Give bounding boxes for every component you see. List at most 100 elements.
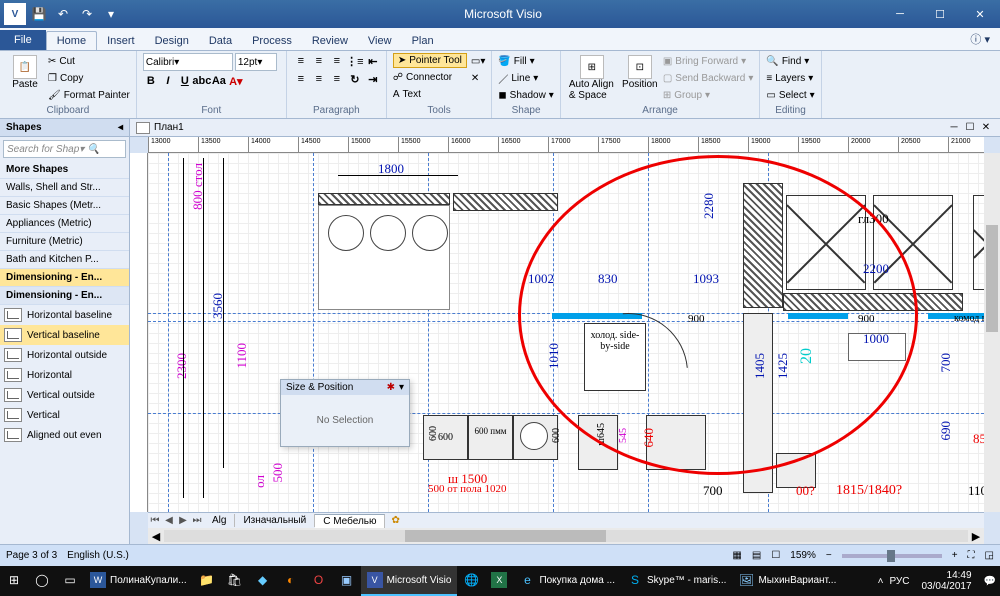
dim-sh645[interactable]: ш645 (596, 423, 607, 446)
floater-dropdown-icon[interactable]: ▾ (399, 382, 404, 393)
stencil-appliances[interactable]: Appliances (Metric) (0, 215, 129, 233)
task-app1[interactable]: ◆ (249, 566, 277, 596)
bullets-button[interactable]: ⋮≡ (347, 53, 363, 69)
pillar[interactable] (743, 313, 773, 493)
dim-00[interactable]: 00? (796, 483, 815, 499)
dim-2300[interactable]: 2300 (174, 353, 190, 379)
task-app2[interactable]: ◐ (277, 566, 305, 596)
fill-button[interactable]: 🪣 Fill ▾ (498, 53, 553, 69)
x-box[interactable] (786, 195, 866, 290)
view-icon-3[interactable]: ☐ (771, 550, 780, 561)
tab-insert[interactable]: Insert (97, 32, 145, 50)
vertical-scrollbar[interactable] (984, 153, 1000, 512)
stool[interactable] (370, 215, 406, 251)
dim-1815[interactable]: 1815/1840? (836, 483, 902, 499)
shape-vertical[interactable]: Vertical (0, 405, 129, 425)
underline-button[interactable]: U (177, 73, 193, 89)
format-painter-button[interactable]: 🖌 Format Painter (48, 87, 130, 103)
h-scroll-track[interactable] (164, 530, 968, 542)
tab-design[interactable]: Design (145, 32, 199, 50)
align-mid-button[interactable]: ≡ (311, 53, 327, 69)
page-tab-alg[interactable]: Alg (204, 514, 235, 527)
scroll-right-button[interactable]: ▶ (968, 530, 984, 543)
wall[interactable] (783, 293, 963, 311)
task-photoviewer[interactable]: 🖼МыхинВариант... (732, 566, 842, 596)
h-scroll-thumb[interactable] (405, 530, 606, 542)
find-button[interactable]: 🔍 Find ▾ (766, 53, 814, 69)
shape-horizontal[interactable]: Horizontal (0, 365, 129, 385)
guide[interactable] (168, 153, 169, 512)
wall[interactable] (453, 193, 558, 211)
page-tab-furniture[interactable]: С Мебелью (315, 514, 385, 528)
dim-500[interactable]: 500 (270, 463, 286, 483)
font-family-combo[interactable]: Calibri ▾ (143, 53, 233, 71)
close-button[interactable]: ✕ (960, 0, 1000, 28)
qat-dropdown-icon[interactable]: ▾ (100, 3, 122, 25)
size-position-window[interactable]: Size & Position ✱ ▾ No Selection (280, 379, 410, 447)
stencil-basic[interactable]: Basic Shapes (Metr... (0, 197, 129, 215)
stencil-bath[interactable]: Bath and Kitchen P... (0, 251, 129, 269)
dim-900b[interactable]: 900 (858, 313, 875, 325)
auto-align-button[interactable]: ⊞ Auto Align & Space (567, 53, 617, 103)
maximize-button[interactable]: ☐ (920, 0, 960, 28)
cut-button[interactable]: ✂ Cut (48, 53, 130, 69)
page-first-button[interactable]: ⏮ (148, 515, 162, 526)
align-center-button[interactable]: ≡ (311, 71, 327, 87)
paste-button[interactable]: 📋 Paste (6, 53, 44, 92)
dim-1002[interactable]: 1002 (528, 271, 554, 287)
fit-page-button[interactable]: ⛶ (968, 550, 975, 561)
shape-v-outside[interactable]: Vertical outside (0, 385, 129, 405)
dim-600b[interactable]: 600 (428, 426, 439, 441)
tab-view[interactable]: View (358, 32, 402, 50)
search-button[interactable]: ◯ (28, 566, 56, 596)
v-scroll-thumb[interactable] (986, 225, 998, 333)
zoom-out-button[interactable]: − (826, 550, 832, 561)
help-icon[interactable]: ⓘ ▾ (960, 28, 1000, 50)
doc-min-button[interactable]: ─ (946, 122, 962, 133)
dim-700b[interactable]: 700 (703, 483, 723, 499)
lang-indicator[interactable]: English (U.S.) (67, 550, 129, 561)
task-edge[interactable]: eПокупка дома ... (513, 566, 621, 596)
scroll-left-button[interactable]: ◀ (148, 530, 164, 543)
tab-plan[interactable]: Plan (402, 32, 444, 50)
view-icon-1[interactable]: ▦ (732, 550, 741, 561)
redo-icon[interactable]: ↷ (76, 3, 98, 25)
dim-1425[interactable]: 1425 (775, 353, 791, 379)
bold-button[interactable]: B (143, 73, 159, 89)
align-right-button[interactable]: ≡ (329, 71, 345, 87)
shapes-search-input[interactable]: Search for Shap ▾ 🔍 (3, 140, 126, 158)
counter-pmm[interactable]: 600 пмм (468, 415, 513, 460)
dim-700a[interactable]: 700 (938, 353, 954, 373)
connector-button[interactable]: ☍ Connector (393, 69, 467, 85)
task-folder[interactable]: 📁 (193, 566, 221, 596)
start-button[interactable]: ⊞ (0, 566, 28, 596)
dim-690[interactable]: 690 (938, 421, 954, 441)
drawing-canvas[interactable]: холод. side-by-side 600 600 пмм 1800 800… (148, 153, 984, 512)
window-bar[interactable] (788, 313, 848, 319)
dim-1100[interactable]: 1100 (234, 343, 250, 369)
app-icon[interactable]: V (4, 3, 26, 25)
task-app3[interactable]: ▣ (333, 566, 361, 596)
doc-close-button[interactable]: ✕ (978, 122, 994, 133)
doc-max-button[interactable]: ☐ (962, 122, 978, 133)
stool[interactable] (412, 215, 448, 251)
guide[interactable] (313, 153, 314, 512)
zoom-slider[interactable] (842, 554, 942, 558)
task-chrome[interactable]: 🌐 (457, 566, 485, 596)
dim-1010[interactable]: 1010 (546, 343, 562, 369)
italic-button[interactable]: I (160, 73, 176, 89)
task-visio[interactable]: VMicrosoft Visio (361, 566, 458, 596)
pointer-tool-button[interactable]: ➤ Pointer Tool (393, 53, 467, 68)
dim-640[interactable]: 640 (641, 428, 657, 448)
page-indicator[interactable]: Page 3 of 3 (6, 550, 57, 561)
floater-pin-icon[interactable]: ✱ (387, 382, 395, 393)
x-box[interactable] (973, 195, 984, 290)
text-tool-button[interactable]: A Text (393, 86, 467, 102)
dim-1100b[interactable]: 1100 (968, 483, 984, 499)
indent-inc-button[interactable]: ⇥ (365, 71, 381, 87)
stencil-dimensioning-active[interactable]: Dimensioning - En... (0, 269, 129, 287)
guide[interactable] (148, 413, 984, 414)
vertical-ruler[interactable] (130, 153, 148, 512)
dim-20[interactable]: 20 (798, 348, 816, 364)
dim-komod[interactable]: комод ш1400хгл (954, 313, 984, 324)
